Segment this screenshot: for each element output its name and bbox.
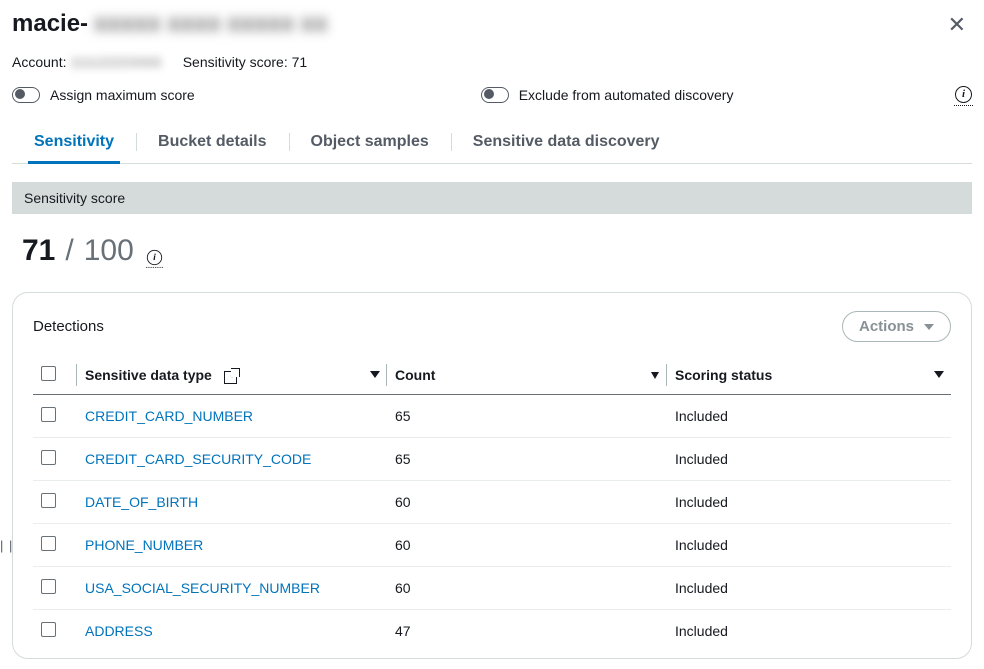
count-cell: 47 — [387, 610, 667, 653]
panel-resize-handle[interactable]: | | — [0, 538, 13, 553]
info-icon[interactable]: i — [147, 250, 162, 265]
column-header-type[interactable]: Sensitive data type — [77, 356, 387, 395]
status-cell: Included — [667, 567, 951, 610]
score-separator: / — [65, 234, 73, 268]
count-cell: 60 — [387, 524, 667, 567]
tab-bar: Sensitivity Bucket details Object sample… — [12, 123, 972, 164]
score-section-header: Sensitivity score — [12, 182, 972, 214]
table-row: ADDRESS 47Included — [33, 610, 951, 653]
row-checkbox[interactable] — [41, 493, 56, 508]
tab-object-samples[interactable]: Object samples — [289, 123, 451, 163]
table-row: CREDIT_CARD_SECURITY_CODE 65Included — [33, 438, 951, 481]
panel-title: macie- xxxxx xxxx xxxxx xx — [12, 10, 328, 38]
account-value-obscured: 111122223333 — [70, 54, 160, 70]
table-row: DATE_OF_BIRTH 60Included — [33, 481, 951, 524]
table-row: CREDIT_CARD_NUMBER 65Included — [33, 395, 951, 438]
row-checkbox[interactable] — [41, 450, 56, 465]
count-cell: 60 — [387, 481, 667, 524]
select-all-checkbox[interactable] — [41, 366, 56, 381]
status-cell: Included — [667, 524, 951, 567]
tab-sensitive-data-discovery[interactable]: Sensitive data discovery — [451, 123, 682, 163]
toggle-exclude-discovery[interactable] — [481, 87, 509, 103]
data-type-link[interactable]: CREDIT_CARD_NUMBER — [85, 408, 253, 424]
row-checkbox[interactable] — [41, 622, 56, 637]
score-value: 71 — [22, 234, 55, 268]
status-cell: Included — [667, 481, 951, 524]
external-link-icon — [224, 371, 237, 384]
chevron-down-icon — [924, 324, 934, 330]
data-type-link[interactable]: ADDRESS — [85, 623, 153, 639]
status-cell: Included — [667, 438, 951, 481]
account-field: Account: 111122223333 — [12, 54, 161, 70]
score-max: 100 — [84, 234, 134, 268]
sensitivity-score-display: 71 / 100 i — [22, 234, 972, 268]
row-checkbox[interactable] — [41, 536, 56, 551]
toggle-exclude-discovery-label: Exclude from automated discovery — [519, 87, 734, 103]
close-icon[interactable]: ✕ — [942, 10, 972, 40]
actions-button[interactable]: Actions — [842, 311, 951, 342]
title-obscured: xxxxx xxxx xxxxx xx — [94, 10, 328, 38]
table-row: PHONE_NUMBER 60Included — [33, 524, 951, 567]
row-checkbox[interactable] — [41, 579, 56, 594]
count-cell: 65 — [387, 438, 667, 481]
detections-card: Detections Actions Sensitive data type — [12, 292, 972, 659]
detections-title: Detections — [33, 318, 104, 335]
row-checkbox[interactable] — [41, 407, 56, 422]
count-cell: 60 — [387, 567, 667, 610]
data-type-link[interactable]: PHONE_NUMBER — [85, 537, 203, 553]
sort-icon — [651, 372, 659, 379]
count-cell: 65 — [387, 395, 667, 438]
title-prefix: macie- — [12, 10, 88, 38]
meta-row: Account: 111122223333 Sensitivity score:… — [12, 54, 972, 70]
actions-button-label: Actions — [859, 318, 914, 335]
column-header-status[interactable]: Scoring status — [667, 356, 951, 395]
column-header-count[interactable]: Count — [387, 356, 667, 395]
table-row: USA_SOCIAL_SECURITY_NUMBER 60Included — [33, 567, 951, 610]
data-type-link[interactable]: DATE_OF_BIRTH — [85, 494, 198, 510]
info-icon[interactable]: i — [955, 86, 972, 103]
sort-icon — [935, 372, 943, 378]
sensitivity-score-summary: Sensitivity score: 71 — [183, 54, 308, 70]
toggle-assign-max-score-label: Assign maximum score — [50, 87, 195, 103]
data-type-link[interactable]: USA_SOCIAL_SECURITY_NUMBER — [85, 580, 320, 596]
sort-icon — [371, 372, 379, 378]
status-cell: Included — [667, 610, 951, 653]
detections-table: Sensitive data type Count — [33, 356, 951, 652]
data-type-link[interactable]: CREDIT_CARD_SECURITY_CODE — [85, 451, 311, 467]
toggle-assign-max-score[interactable] — [12, 87, 40, 103]
tab-sensitivity[interactable]: Sensitivity — [12, 123, 136, 163]
tab-bucket-details[interactable]: Bucket details — [136, 123, 288, 163]
status-cell: Included — [667, 395, 951, 438]
